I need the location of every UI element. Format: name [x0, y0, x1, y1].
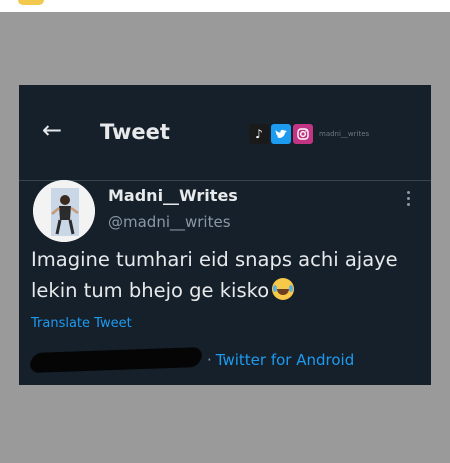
tweet-text: Imagine tumhari eid snaps achi ajaye lek…	[31, 244, 421, 306]
client-link[interactable]: Twitter for Android	[216, 349, 354, 371]
avatar[interactable]	[33, 180, 95, 242]
tweet-screen: ← Tweet ♪ madni__writes Madni__Writes @m…	[19, 85, 431, 385]
translate-tweet-link[interactable]: Translate Tweet	[31, 315, 132, 333]
author-handle[interactable]: @madni__writes	[108, 211, 231, 233]
tiktok-icon: ♪	[249, 124, 269, 144]
more-vertical-icon[interactable]	[401, 188, 415, 208]
meta-separator: ·	[207, 351, 212, 369]
photo-top-mark	[18, 0, 44, 5]
face-with-tears-of-joy-icon	[272, 278, 295, 300]
tweet-meta: · Twitter for Android	[28, 347, 354, 373]
photo-top-edge	[0, 0, 450, 12]
twitter-icon	[271, 124, 291, 144]
page-title: Tweet	[100, 120, 170, 144]
arrow-left-icon[interactable]: ←	[39, 117, 65, 143]
tweet-header: ← Tweet ♪ madni__writes	[19, 85, 431, 181]
tweet-body: Imagine tumhari eid snaps achi ajaye lek…	[31, 248, 398, 302]
author-name[interactable]: Madni__Writes	[108, 185, 238, 207]
redacted-timestamp	[28, 347, 204, 373]
watermark-text: madni__writes	[319, 130, 370, 138]
instagram-icon	[293, 124, 313, 144]
watermark: ♪ madni__writes	[249, 123, 369, 145]
